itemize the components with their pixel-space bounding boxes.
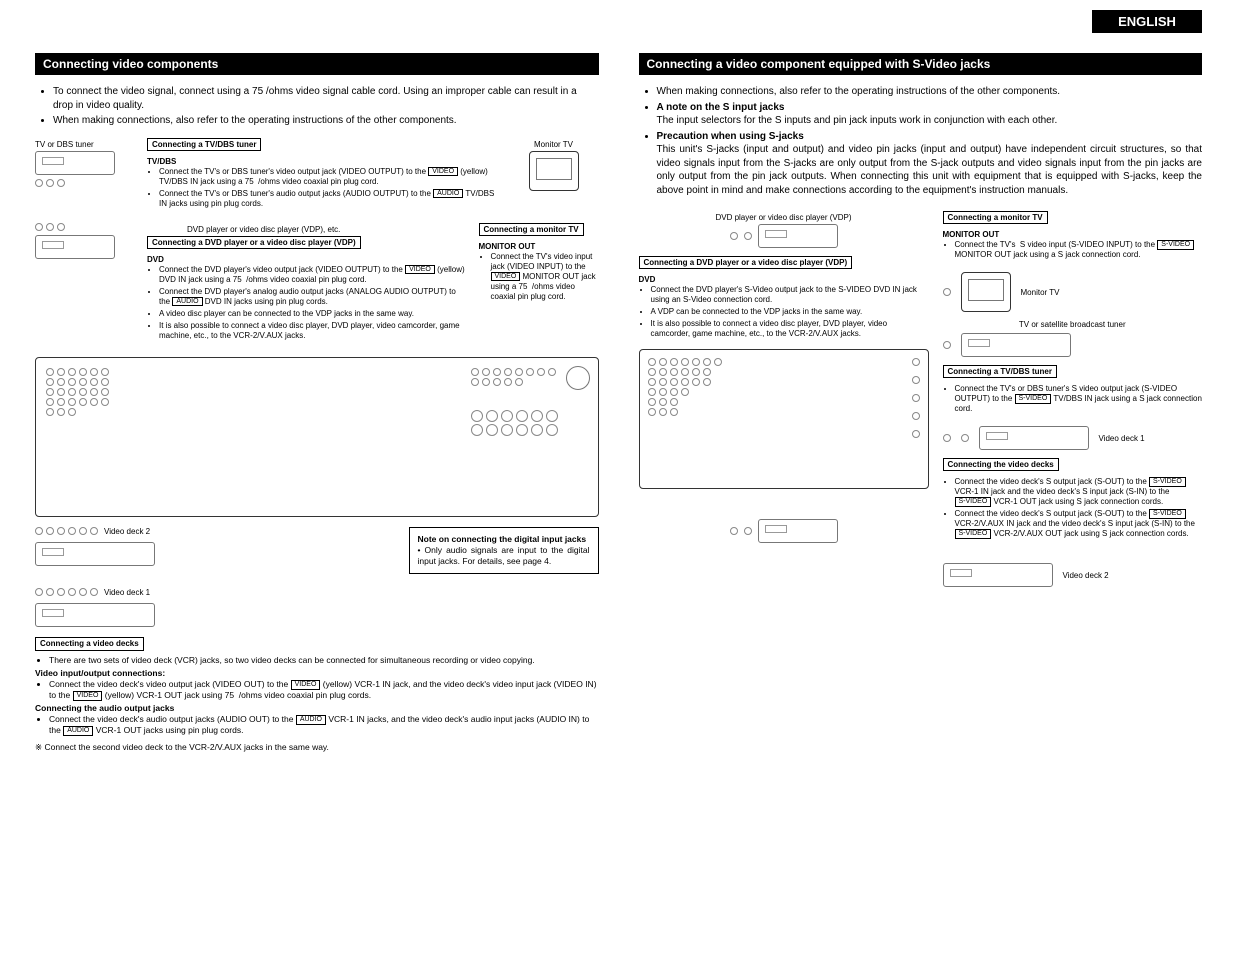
box-decks-sub2: Connecting the audio output jacks — [35, 703, 599, 714]
right-precaution: Precaution when using S-jacks This unit'… — [657, 130, 1203, 198]
r-box-tvdbs-item-1: Connect the TV's or DBS tuner's S video … — [955, 384, 1203, 414]
r-box-monitor-title: Connecting a monitor TV — [943, 211, 1048, 224]
r-device-deck2 — [758, 519, 838, 543]
right-column: Connecting a video component equipped wi… — [639, 53, 1203, 753]
box-dvd-item-2: Connect the DVD player's analog audio ou… — [159, 287, 467, 307]
right-precaution-head: Precaution when using S-jacks — [657, 131, 804, 142]
box-decks-item2: Connect the video deck's audio output ja… — [49, 714, 599, 736]
r-device-dvd — [758, 224, 838, 248]
note-digital-body: Only audio signals are input to the digi… — [418, 545, 590, 566]
box-decks-line1: There are two sets of video deck (VCR) j… — [49, 655, 599, 666]
r-box-tvdbs-title: Connecting a TV/DBS tuner — [943, 365, 1057, 378]
right-note-s: A note on the S input jacks The input se… — [657, 101, 1203, 128]
language-tag: ENGLISH — [1092, 10, 1202, 33]
box-dvd-subhead: DVD — [147, 255, 467, 265]
box-tvdbs-title: Connecting a TV/DBS tuner — [147, 138, 261, 151]
device-tuner — [35, 151, 115, 175]
r-device-deck2b — [943, 563, 1053, 587]
r-receiver-panel — [639, 349, 929, 489]
device-video-deck-1 — [35, 603, 155, 627]
box-monitor-item-1: Connect the TV's video input jack (VIDEO… — [491, 252, 599, 302]
left-diagram: TV or DBS tuner Connecting a TV/DBS tune… — [35, 138, 599, 754]
r-box-dvd-subhead: DVD — [639, 275, 929, 285]
box-decks-section: Connecting a video decks There are two s… — [35, 637, 599, 754]
receiver-back-panel — [35, 357, 599, 517]
label-monitor-tv: Monitor TV — [509, 140, 599, 149]
device-monitor-tv — [529, 151, 579, 191]
r-box-monitor-item-1: Connect the TV's S video input (S-VIDEO … — [955, 240, 1203, 260]
box-tvdbs-item-1: Connect the TV's or DBS tuner's video ou… — [159, 167, 497, 187]
box-monitor-subhead: MONITOR OUT — [479, 242, 599, 252]
device-dvd — [35, 235, 115, 259]
r-box-monitor-subhead: MONITOR OUT — [943, 230, 1203, 240]
box-tvdbs-subhead: TV/DBS — [147, 157, 497, 167]
r-device-sat-tuner — [961, 333, 1071, 357]
left-heading: Connecting video components — [35, 53, 599, 75]
box-dvd-item-4: It is also possible to connect a video d… — [159, 321, 467, 341]
box-dvd-item-3: A video disc player can be connected to … — [159, 309, 467, 319]
label-dvd-caption: DVD player or video disc player (VDP), e… — [187, 225, 467, 234]
r-box-decks-title: Connecting the video decks — [943, 458, 1059, 471]
left-intro: To connect the video signal, connect usi… — [53, 85, 599, 128]
note-digital-input: Note on connecting the digital input jac… — [409, 527, 599, 574]
r-label-monitor-tv: Monitor TV — [1021, 288, 1060, 297]
label-video-deck-2: Video deck 2 — [104, 527, 150, 536]
r-box-dvd-title: Connecting a DVD player or a video disc … — [639, 256, 853, 269]
box-tvdbs-item-2: Connect the TV's or DBS tuner's audio ou… — [159, 189, 497, 209]
label-tv-dbs-tuner: TV or DBS tuner — [35, 140, 135, 149]
r-label-dvd: DVD player or video disc player (VDP) — [639, 213, 929, 222]
r-label-deck1: Video deck 1 — [1099, 434, 1145, 443]
r-label-deck2: Video deck 2 — [1063, 571, 1109, 580]
left-intro-2: When making connections, also refer to t… — [53, 114, 599, 128]
box-decks-star: Connect the second video deck to the VCR… — [35, 742, 599, 753]
right-diagram: DVD player or video disc player (VDP) Co… — [639, 211, 1203, 587]
r-box-dvd-item-3: It is also possible to connect a video d… — [651, 319, 929, 339]
r-box-decks-item-1: Connect the video deck's S output jack (… — [955, 477, 1203, 507]
r-box-dvd-item-2: A VDP can be connected to the VDP jacks … — [651, 307, 929, 317]
note-digital-title: Note on connecting the digital input jac… — [418, 534, 587, 544]
right-note-s-head: A note on the S input jacks — [657, 102, 785, 113]
box-decks-sub1: Video input/output connections: — [35, 668, 599, 679]
right-precaution-body: This unit's S-jacks (input and output) a… — [657, 143, 1203, 197]
box-monitor-title: Connecting a monitor TV — [479, 223, 584, 236]
right-heading: Connecting a video component equipped wi… — [639, 53, 1203, 75]
right-intro-1: When making connections, also refer to t… — [657, 85, 1203, 99]
device-video-deck-2 — [35, 542, 155, 566]
right-intro: When making connections, also refer to t… — [657, 85, 1203, 197]
chip-audio: AUDIO — [433, 189, 463, 199]
r-box-dvd-item-1: Connect the DVD player's S-Video output … — [651, 285, 929, 305]
r-device-deck1 — [979, 426, 1089, 450]
box-decks-item1: Connect the video deck's video output ja… — [49, 679, 599, 701]
chip-video: VIDEO — [428, 167, 458, 177]
label-video-deck-1: Video deck 1 — [104, 588, 150, 597]
left-column: Connecting video components To connect t… — [35, 53, 599, 753]
r-box-decks-item-2: Connect the video deck's S output jack (… — [955, 509, 1203, 539]
right-note-s-body: The input selectors for the S inputs and… — [657, 115, 1058, 126]
left-intro-1: To connect the video signal, connect usi… — [53, 85, 599, 112]
r-label-sat-tuner: TV or satellite broadcast tuner — [943, 320, 1203, 329]
box-dvd-item-1: Connect the DVD player's video output ja… — [159, 265, 467, 285]
box-decks-title: Connecting a video decks — [35, 637, 144, 651]
r-device-monitor-tv — [961, 272, 1011, 312]
box-dvd-title: Connecting a DVD player or a video disc … — [147, 236, 361, 249]
